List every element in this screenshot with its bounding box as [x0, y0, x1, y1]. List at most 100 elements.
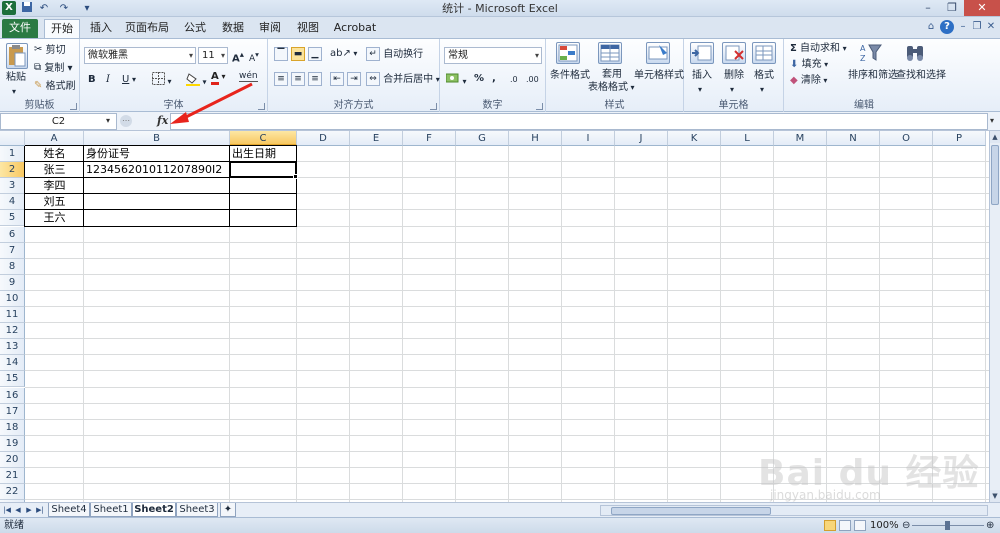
row-header-20[interactable]: 20	[0, 451, 25, 468]
table-cell[interactable]: 王六	[25, 210, 84, 226]
row-header-13[interactable]: 13	[0, 339, 25, 356]
find-select-button[interactable]: 查找和选择	[896, 69, 946, 83]
autosum-button[interactable]: Σ 自动求和 ▾	[790, 42, 847, 56]
sheet-tab-sheet3[interactable]: Sheet3	[176, 503, 218, 517]
next-sheet-icon[interactable]: ▶	[24, 504, 34, 516]
column-header-j[interactable]: J	[615, 131, 668, 146]
sheet-tab-sheet4[interactable]: Sheet4	[48, 503, 90, 517]
sort-filter-button[interactable]: 排序和筛选	[848, 69, 898, 83]
copy-button[interactable]: ⧉ 复制 ▾	[34, 61, 73, 76]
last-sheet-icon[interactable]: ▶|	[35, 504, 45, 516]
zoom-in-icon[interactable]: ⊕	[986, 519, 994, 533]
border-button[interactable]: ▾	[152, 72, 172, 90]
conditional-format-button[interactable]: 条件格式	[550, 69, 590, 83]
format-cells-button[interactable]: 格式	[754, 69, 774, 83]
delete-cells-button[interactable]: 删除	[724, 69, 744, 83]
row-header-5[interactable]: 5	[0, 210, 25, 227]
insert-sheet-icon[interactable]: ✦	[220, 503, 236, 517]
column-header-d[interactable]: D	[297, 131, 350, 146]
column-header-k[interactable]: K	[668, 131, 721, 146]
row-header-14[interactable]: 14	[0, 355, 25, 372]
help-icon[interactable]: ?	[940, 20, 954, 34]
clipboard-launcher-icon[interactable]	[70, 103, 77, 110]
row-header-15[interactable]: 15	[0, 371, 25, 388]
column-header-g[interactable]: G	[456, 131, 509, 146]
cut-button[interactable]: ✂ 剪切	[34, 43, 66, 58]
horizontal-scrollbar[interactable]	[600, 505, 988, 516]
grow-font-button[interactable]: A▴	[232, 47, 244, 66]
tab-formulas[interactable]: 公式	[180, 19, 210, 38]
font-launcher-icon[interactable]	[258, 103, 265, 110]
column-header-b[interactable]: B	[84, 131, 230, 146]
align-top-button[interactable]: ▔	[274, 47, 288, 62]
vertical-scroll-thumb[interactable]	[991, 145, 999, 205]
tab-file[interactable]: 文件	[2, 19, 38, 38]
tab-page-layout[interactable]: 页面布局	[125, 19, 169, 38]
tab-acrobat[interactable]: Acrobat	[332, 19, 378, 38]
formula-input[interactable]	[170, 113, 988, 130]
column-header-m[interactable]: M	[774, 131, 827, 146]
font-name-combo[interactable]: 微软雅黑 ▾	[84, 47, 196, 64]
row-header-11[interactable]: 11	[0, 307, 25, 324]
table-cell[interactable]	[230, 194, 297, 210]
normal-view-icon[interactable]	[824, 520, 836, 531]
column-header-l[interactable]: L	[721, 131, 774, 146]
align-right-button[interactable]: ≡	[308, 72, 322, 87]
column-header-h[interactable]: H	[509, 131, 562, 146]
column-header-o[interactable]: O	[880, 131, 933, 146]
decrease-decimal-button[interactable]: .00	[526, 73, 539, 87]
table-cell[interactable]	[230, 178, 297, 194]
row-header-1[interactable]: 1	[0, 146, 25, 163]
font-size-combo[interactable]: 11 ▾	[198, 47, 228, 64]
name-box[interactable]: C2	[0, 113, 117, 130]
increase-decimal-button[interactable]: .0	[510, 73, 518, 87]
underline-button[interactable]: U	[122, 73, 129, 87]
merge-center-button[interactable]: ⇔ 合并后居中 ▾	[366, 72, 440, 87]
zoom-out-icon[interactable]: ⊖	[902, 519, 910, 533]
clear-button[interactable]: ◆ 清除 ▾	[790, 74, 827, 88]
row-header-10[interactable]: 10	[0, 290, 25, 307]
underline-dropdown-icon[interactable]: ▾	[132, 73, 136, 87]
cell-styles-button[interactable]: 单元格样式	[634, 69, 684, 83]
format-as-table-line1[interactable]: 套用	[602, 68, 622, 82]
row-header-17[interactable]: 17	[0, 403, 25, 420]
restore-workbook-icon[interactable]: ❐	[970, 20, 984, 34]
row-header-4[interactable]: 4	[0, 194, 25, 211]
table-cell[interactable]: 张三	[25, 162, 84, 178]
active-cell-selection[interactable]	[229, 161, 297, 179]
restore-button[interactable]: ❐	[940, 0, 964, 16]
row-header-2[interactable]: 2	[0, 162, 25, 179]
prev-sheet-icon[interactable]: ◀	[13, 504, 23, 516]
format-painter-button[interactable]: ✎ 格式刷	[34, 79, 76, 94]
horizontal-scroll-thumb[interactable]	[611, 507, 771, 515]
comma-button[interactable]: ,	[492, 72, 496, 86]
format-as-table-button[interactable]: 表格格式 ▾	[588, 81, 635, 95]
decrease-indent-button[interactable]: ⇤	[330, 72, 344, 87]
page-layout-view-icon[interactable]	[839, 520, 851, 531]
row-header-6[interactable]: 6	[0, 226, 25, 243]
column-header-f[interactable]: F	[403, 131, 456, 146]
minimize-workbook-icon[interactable]: –	[956, 20, 970, 34]
column-header-p[interactable]: P	[933, 131, 986, 146]
column-header-e[interactable]: E	[350, 131, 403, 146]
zoom-slider-thumb[interactable]	[945, 521, 950, 530]
select-all-corner[interactable]	[0, 131, 25, 146]
row-header-3[interactable]: 3	[0, 178, 25, 195]
number-launcher-icon[interactable]	[536, 103, 543, 110]
increase-indent-button[interactable]: ⇥	[347, 72, 361, 87]
table-cell[interactable]	[84, 194, 230, 210]
table-header-cell[interactable]: 姓名	[25, 146, 84, 162]
column-header-a[interactable]: A	[25, 131, 84, 146]
table-header-cell[interactable]: 出生日期	[230, 146, 297, 162]
alignment-launcher-icon[interactable]	[430, 103, 437, 110]
formula-bar-splitter-icon[interactable]: ⋯	[120, 115, 132, 127]
tab-home[interactable]: 开始	[44, 19, 80, 38]
row-header-18[interactable]: 18	[0, 419, 25, 436]
wrap-text-button[interactable]: ↵ 自动换行	[366, 47, 423, 62]
tab-review[interactable]: 审阅	[255, 19, 285, 38]
align-left-button[interactable]: ≡	[274, 72, 288, 87]
table-cell[interactable]	[84, 178, 230, 194]
row-header-22[interactable]: 22	[0, 484, 25, 501]
name-box-dropdown-icon[interactable]: ▾	[106, 116, 110, 125]
scroll-up-icon[interactable]: ▲	[990, 131, 1000, 143]
